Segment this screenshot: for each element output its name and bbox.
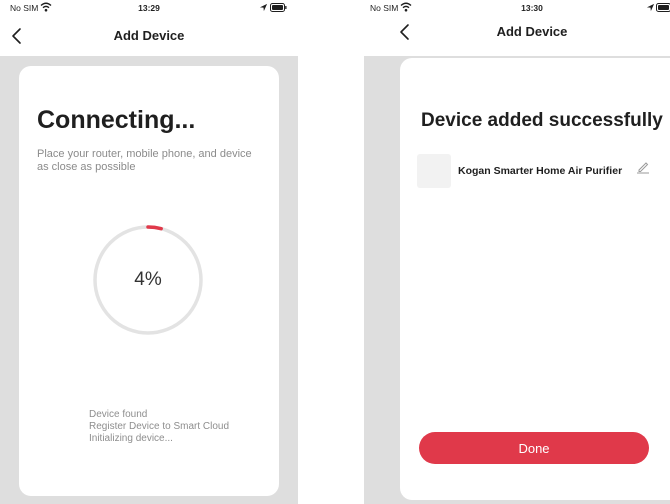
connection-step: Initializing device... bbox=[89, 433, 173, 444]
connection-steps: Device found Register Device to Smart Clo… bbox=[89, 409, 229, 445]
progress-percent: 4% bbox=[134, 269, 162, 290]
nav-bar: Add Device bbox=[364, 14, 670, 52]
done-button[interactable]: Done bbox=[419, 432, 649, 464]
connecting-screen: No SIM 13:29 Add Device Connecting... Pl… bbox=[0, 0, 298, 504]
content-area: Connecting... Place your router, mobile … bbox=[0, 56, 298, 504]
location-arrow-icon bbox=[259, 3, 268, 12]
connecting-card: Connecting... Place your router, mobile … bbox=[19, 66, 279, 496]
nav-bar: Add Device bbox=[0, 18, 298, 56]
success-screen: No SIM 13:30 Add Device Device added suc… bbox=[364, 0, 670, 504]
carrier-label: No SIM bbox=[370, 3, 399, 13]
device-row: Kogan Smarter Home Air Purifier bbox=[417, 154, 670, 188]
battery-icon bbox=[270, 3, 287, 12]
page-title: Add Device bbox=[496, 24, 568, 39]
location-arrow-icon bbox=[646, 3, 655, 12]
content-area: Device added successfully Kogan Smarter … bbox=[364, 56, 670, 504]
success-card: Device added successfully Kogan Smarter … bbox=[400, 58, 670, 500]
status-time: 13:29 bbox=[138, 3, 160, 13]
connection-step: Register Device to Smart Cloud bbox=[89, 421, 230, 432]
connection-step: Device found bbox=[89, 409, 148, 420]
pencil-icon[interactable] bbox=[636, 160, 650, 174]
status-bar: No SIM 13:29 bbox=[0, 0, 298, 18]
connecting-heading: Connecting... bbox=[37, 106, 196, 134]
battery-icon bbox=[656, 3, 670, 12]
page-title: Add Device bbox=[113, 28, 185, 43]
device-name: Kogan Smarter Home Air Purifier bbox=[458, 165, 623, 177]
success-heading: Device added successfully bbox=[421, 110, 663, 131]
placement-hint: Place your router, mobile phone, and dev… bbox=[37, 148, 252, 173]
device-thumbnail bbox=[417, 154, 451, 188]
status-time: 13:30 bbox=[521, 3, 543, 13]
